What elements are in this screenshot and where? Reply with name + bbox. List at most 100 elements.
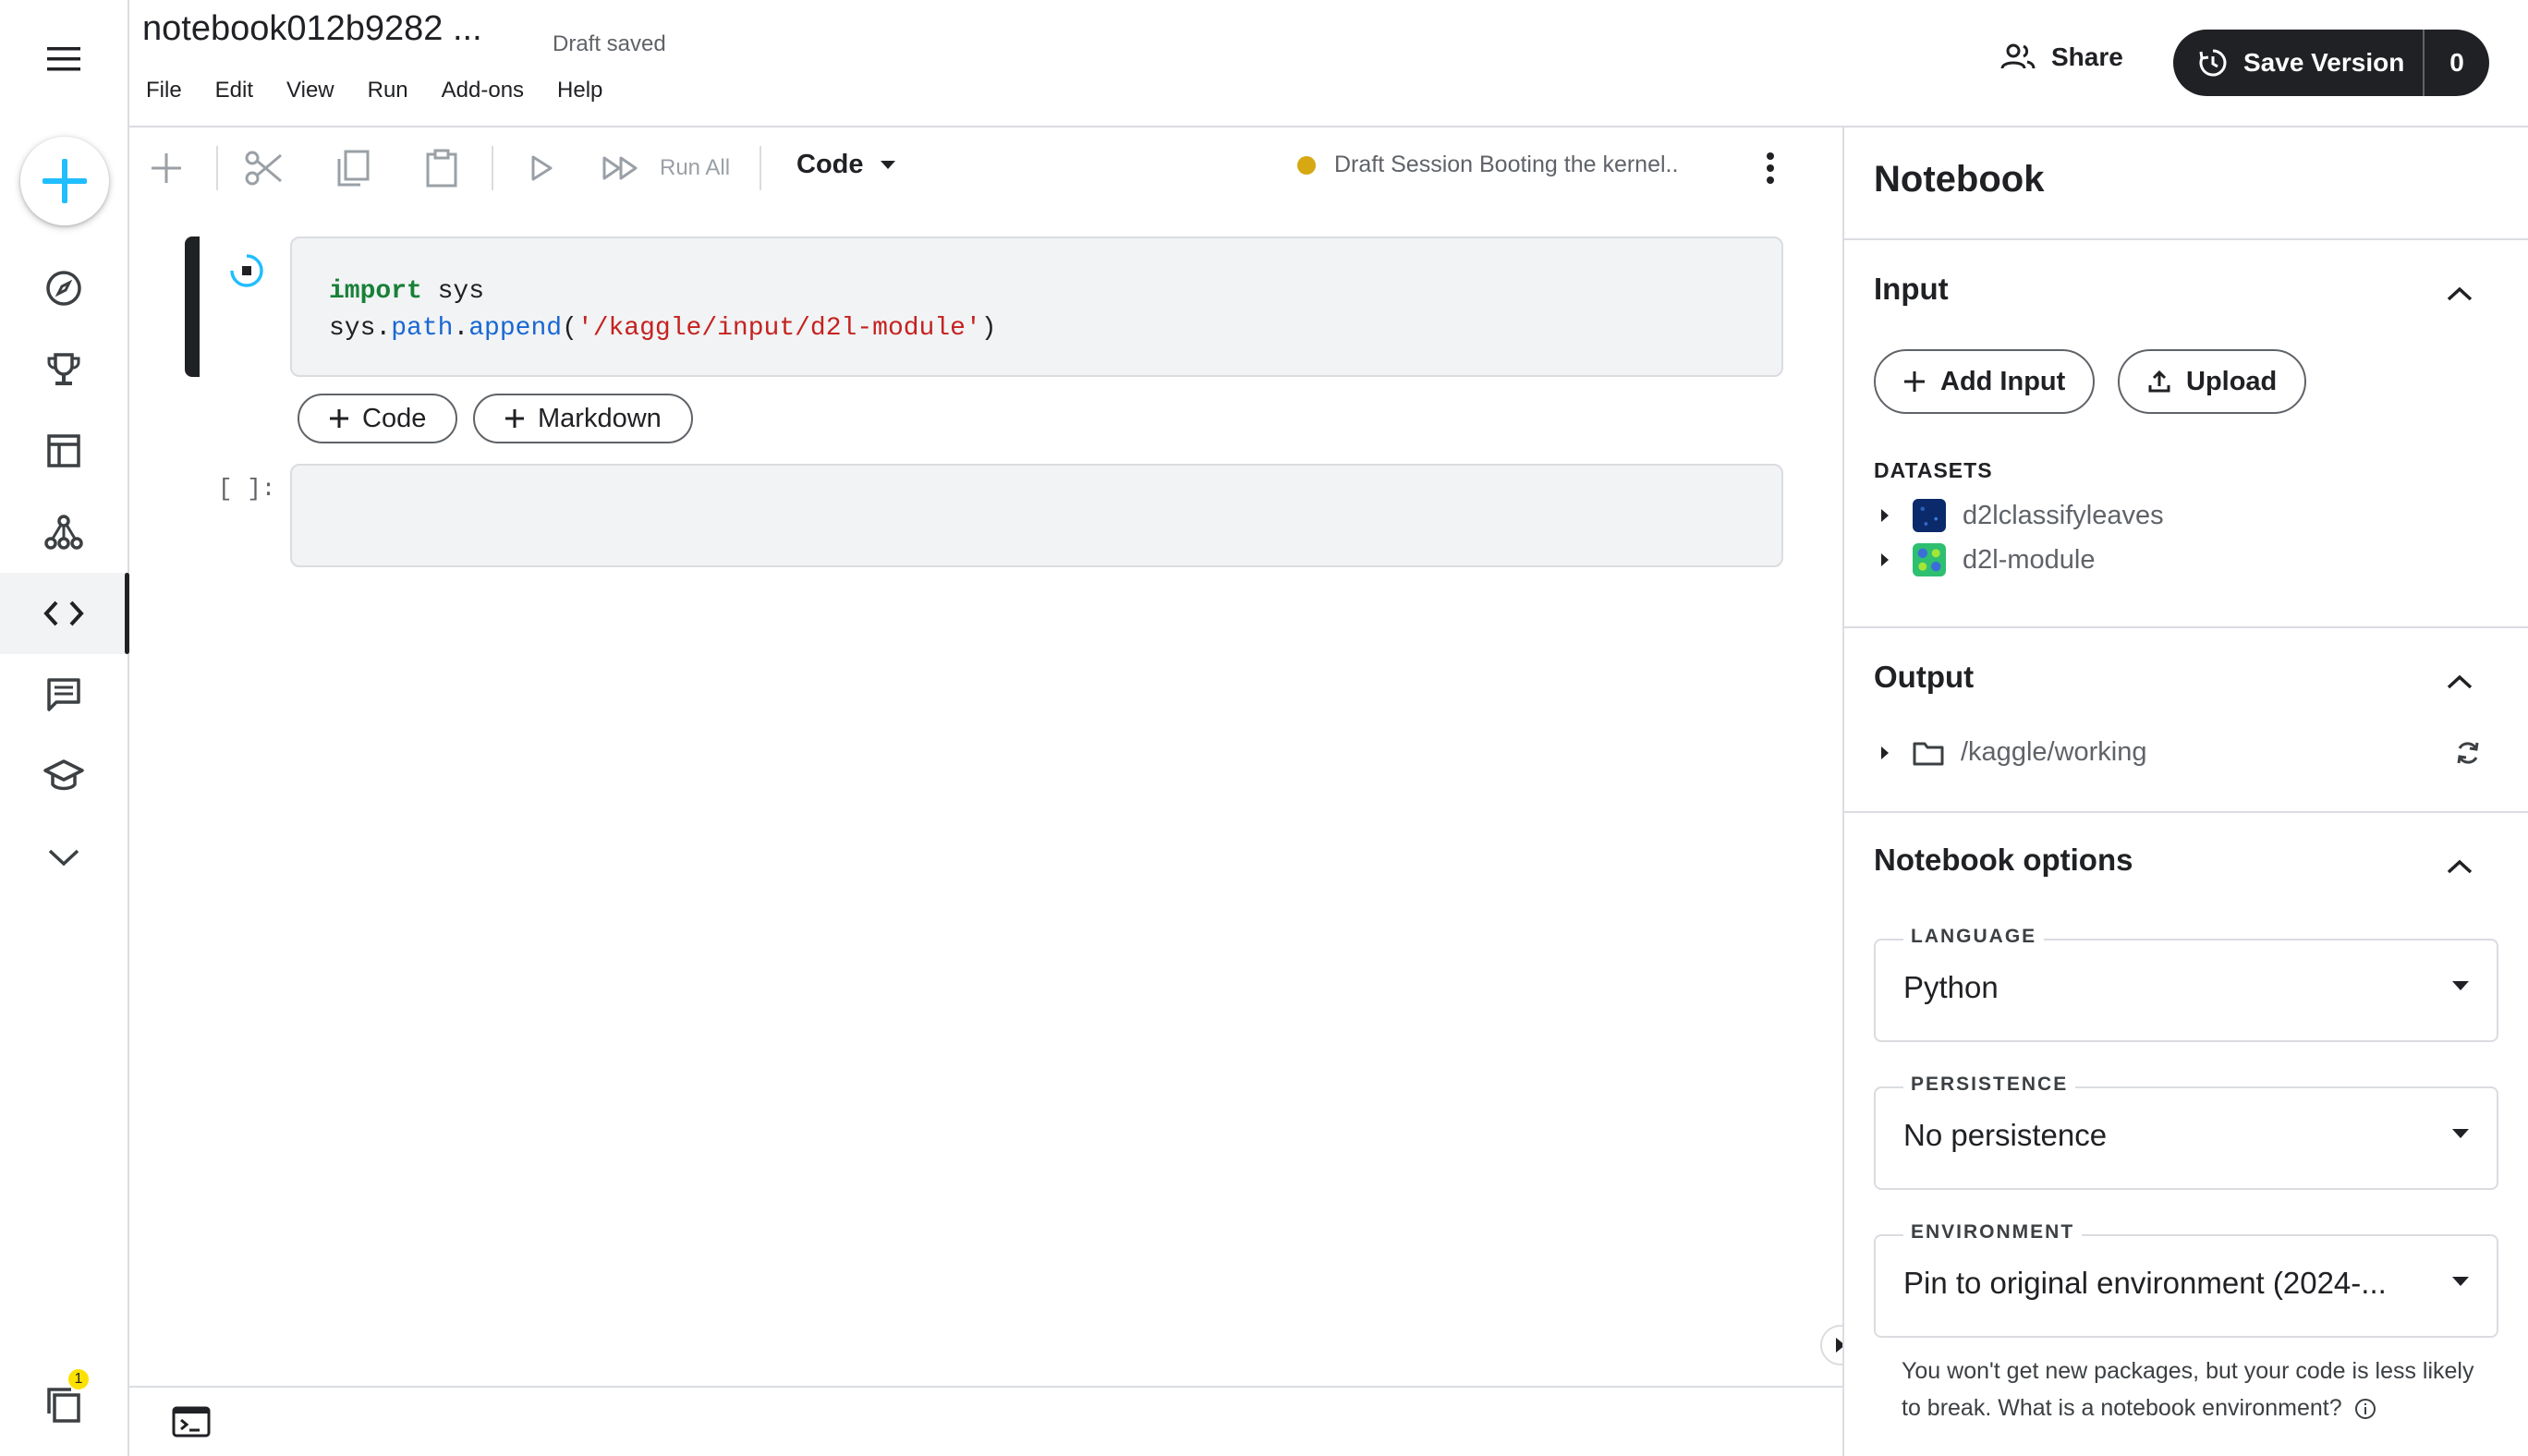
discussion-icon[interactable] <box>0 654 128 735</box>
session-status-text: Draft Session Booting the kernel.. <box>1334 152 1679 177</box>
share-button[interactable]: Share <box>1999 42 2123 72</box>
output-section-title: Output <box>1874 660 1975 694</box>
left-nav-rail: 1 <box>0 0 129 1456</box>
caret-right-icon <box>1881 509 1889 522</box>
language-value: Python <box>1903 970 1999 1004</box>
chevron-up-icon[interactable] <box>2436 658 2484 706</box>
folder-icon <box>1913 742 1944 765</box>
options-section-title: Notebook options <box>1874 843 2133 877</box>
notifications-button[interactable]: 1 <box>0 1364 128 1445</box>
add-markdown-label: Markdown <box>538 403 662 433</box>
output-path: /kaggle/working <box>1961 737 2147 767</box>
environment-note: You won't get new packages, but your cod… <box>1902 1353 2474 1426</box>
learn-icon[interactable] <box>0 735 128 817</box>
cell-type-select[interactable]: Code <box>796 150 895 180</box>
cell-2-prompt: [ ]: <box>218 475 276 503</box>
run-all-button[interactable]: Run All <box>660 155 730 181</box>
notebook-side-panel: Notebook Input Add Input Upload DATASETS… <box>1842 127 2528 1456</box>
run-cell-icon[interactable] <box>517 144 565 192</box>
active-cell-indicator <box>185 237 200 377</box>
paste-icon[interactable] <box>418 144 466 192</box>
caret-down-icon <box>2452 1277 2469 1286</box>
hamburger-menu-icon[interactable] <box>0 18 128 100</box>
create-button[interactable] <box>20 137 109 225</box>
copy-icon[interactable] <box>329 144 377 192</box>
notebook-title[interactable]: notebook012b9282 ... <box>142 9 482 49</box>
persistence-select[interactable]: PERSISTENCE No persistence <box>1874 1074 2498 1190</box>
caret-right-icon <box>1881 553 1889 566</box>
add-input-button[interactable]: Add Input <box>1874 349 2096 414</box>
persistence-value: No persistence <box>1903 1118 2108 1152</box>
trophy-icon[interactable] <box>0 329 128 410</box>
plus-icon <box>505 409 524 428</box>
session-status-dot <box>1297 155 1316 175</box>
dataset-item[interactable]: d2l-module <box>1874 543 2095 576</box>
run-all-icon[interactable] <box>597 144 645 192</box>
upload-label: Upload <box>2186 366 2278 396</box>
plus-icon <box>1904 371 1925 392</box>
upload-icon <box>2148 370 2170 393</box>
info-icon[interactable] <box>2354 1398 2376 1420</box>
people-icon <box>2000 43 2036 69</box>
history-icon <box>2199 49 2227 77</box>
caret-down-icon <box>880 160 895 169</box>
environment-select[interactable]: ENVIRONMENT Pin to original environment … <box>1874 1221 2498 1338</box>
caret-down-icon <box>2452 1129 2469 1138</box>
save-version-label: Save Version <box>2243 48 2405 77</box>
table-icon[interactable] <box>0 410 128 491</box>
code-line-1: import sys <box>329 277 485 306</box>
menu-view[interactable]: View <box>286 78 334 103</box>
running-spinner-icon[interactable] <box>227 251 266 290</box>
session-status: Draft Session Booting the kernel.. <box>1297 152 1678 178</box>
datasets-label: DATASETS <box>1874 458 1993 482</box>
cut-icon[interactable] <box>240 144 288 192</box>
environment-value: Pin to original environment (2024-... <box>1903 1266 2387 1300</box>
code-icon[interactable] <box>0 573 129 654</box>
save-version-button[interactable]: Save Version 0 <box>2173 30 2489 96</box>
chevron-up-icon[interactable] <box>2436 270 2484 318</box>
input-section-title: Input <box>1874 272 1949 306</box>
caret-right-icon <box>1881 746 1889 759</box>
plus-icon <box>43 159 87 203</box>
caret-down-icon <box>2452 981 2469 990</box>
dataset-item[interactable]: d2lclassifyleaves <box>1874 499 2164 532</box>
language-select[interactable]: LANGUAGE Python <box>1874 926 2498 1042</box>
code-cell-1[interactable]: import sys sys.path.append('/kaggle/inpu… <box>290 237 1783 377</box>
code-line-2: sys.path.append('/kaggle/input/d2l-modul… <box>329 314 997 343</box>
save-status: Draft saved <box>553 31 666 56</box>
language-label: LANGUAGE <box>1903 926 2045 948</box>
refresh-icon[interactable] <box>2454 739 2482 767</box>
dataset-thumbnail <box>1913 499 1946 532</box>
dataset-name: d2lclassifyleaves <box>1963 500 2164 530</box>
menu-edit[interactable]: Edit <box>215 78 253 103</box>
upload-button[interactable]: Upload <box>2118 349 2307 414</box>
panel-title: Notebook <box>1874 159 2045 200</box>
environment-note-text: You won't get new packages, but your cod… <box>1902 1358 2474 1421</box>
chevron-down-icon[interactable] <box>0 817 128 898</box>
notification-badge: 1 <box>68 1369 89 1389</box>
compass-icon[interactable] <box>0 248 128 329</box>
dataset-name: d2l-module <box>1963 544 2096 575</box>
code-cell-2[interactable] <box>290 464 1783 567</box>
chevron-up-icon[interactable] <box>2436 843 2484 891</box>
more-options-icon[interactable] <box>1750 148 1791 188</box>
add-input-label: Add Input <box>1940 366 2066 396</box>
add-markdown-cell-button[interactable]: Markdown <box>473 394 693 443</box>
add-code-label: Code <box>362 403 427 433</box>
output-folder-item[interactable]: /kaggle/working <box>1874 737 2147 768</box>
menu-file[interactable]: File <box>146 78 182 103</box>
version-count: 0 <box>2449 48 2464 77</box>
add-code-cell-button[interactable]: Code <box>298 394 458 443</box>
plus-icon <box>330 409 348 428</box>
add-cell-icon[interactable] <box>142 144 190 192</box>
menu-add-ons[interactable]: Add-ons <box>442 78 524 103</box>
cell-type-value: Code <box>796 150 864 179</box>
dataset-thumbnail <box>1913 543 1946 576</box>
models-icon[interactable] <box>0 491 128 573</box>
persistence-label: PERSISTENCE <box>1903 1074 2076 1096</box>
environment-label: ENVIRONMENT <box>1903 1221 2083 1244</box>
share-label: Share <box>2051 42 2123 71</box>
console-icon[interactable] <box>172 1406 211 1438</box>
menu-run[interactable]: Run <box>368 78 408 103</box>
menu-help[interactable]: Help <box>557 78 602 103</box>
